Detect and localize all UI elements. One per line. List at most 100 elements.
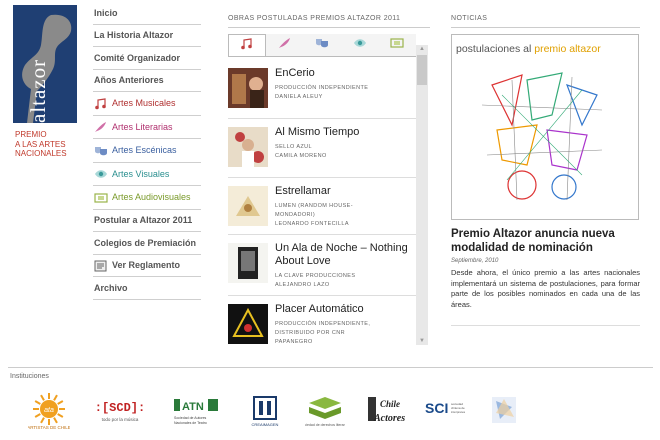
work-list-item[interactable]: Estrellamar LUMEN (RANDOM HOUSE- MONDADORI… — [228, 178, 416, 235]
nav-item-archivo[interactable]: Archivo — [93, 277, 201, 300]
work-credit: DANIELA ALEUY — [275, 94, 323, 100]
nav-item-comité-organizador[interactable]: Comité Organizador — [93, 47, 201, 70]
work-list-item[interactable]: Placer Automático PRODUCCIÓN INDEPENDIENT… — [228, 296, 416, 345]
svg-text:intérpretes: intérpretes — [451, 410, 465, 414]
news-date: Septiembre, 2010 — [451, 258, 499, 264]
nav-item-label: Artes Escénicas — [112, 145, 177, 156]
nav-item-label: Postular a Altazor 2011 — [94, 215, 193, 226]
nav-item-label: Artes Musicales — [112, 98, 176, 109]
nav-item-artes-musicales[interactable]: Artes Musicales — [93, 92, 201, 116]
work-cover-image[interactable] — [228, 186, 268, 226]
work-title[interactable]: Un Ala de Noche – Nothing About Love — [275, 242, 415, 268]
nav-item-años-anteriores[interactable]: Años Anteriores — [93, 70, 201, 92]
sponsor-logo[interactable]: SCI sociedad chilena de intérpretes — [425, 393, 466, 431]
divider — [451, 27, 640, 28]
work-credit: DISTRIBUIDO POR CNR — [275, 330, 345, 336]
nav-item-postular-a-altazor-2011[interactable]: Postular a Altazor 2011 — [93, 210, 201, 232]
work-credit: LEONARDO FONTECILLA — [275, 221, 349, 227]
work-cover-image[interactable] — [228, 68, 268, 108]
quill-icon — [278, 36, 291, 54]
news-headline[interactable]: Premio Altazor anuncia nueva modalidad d… — [451, 227, 640, 255]
nav-item-ver-reglamento[interactable]: Ver Reglamento — [93, 255, 201, 277]
nav-item-colegios-de-premiación[interactable]: Colegios de Premiación — [93, 232, 201, 255]
nav-item-label: Comité Organizador — [94, 52, 181, 63]
work-list-item[interactable]: Al Mismo Tiempo SELLO AZUL CAMILA MORENO — [228, 119, 416, 178]
svg-text:Nacionales de Teatro: Nacionales de Teatro — [174, 421, 207, 425]
works-section-title: OBRAS POSTULADAS PREMIOS ALTAZOR 2011 — [228, 15, 401, 22]
sponsor-logo[interactable]: sociedad de derechos literarios — [301, 393, 349, 431]
work-credit: PAPANEGRO — [275, 339, 313, 345]
nav-item-label: Años Anteriores — [94, 75, 164, 86]
eye-icon — [94, 168, 107, 179]
scroll-up-arrow-icon[interactable]: ▲ — [416, 45, 428, 53]
sponsor-logo[interactable]: :[SCD]: todo por la música — [90, 393, 150, 431]
svg-text:Sociedad de Autores: Sociedad de Autores — [174, 416, 207, 420]
tab-music-note[interactable] — [228, 34, 266, 56]
nav-item-label: Archivo — [94, 282, 128, 293]
eye-icon — [353, 36, 367, 54]
nav-item-artes-literarias[interactable]: Artes Literarias — [93, 116, 201, 139]
theater-masks-icon — [315, 36, 329, 54]
footer-divider — [8, 367, 653, 368]
work-credit: LA CLAVE PRODUCCIONES — [275, 273, 356, 279]
works-scrollbar[interactable]: ▲ ▼ — [416, 45, 428, 345]
news-image-caption-text: postulaciones al — [456, 43, 532, 55]
svg-text:ATN: ATN — [182, 401, 204, 413]
work-title[interactable]: Estrellamar — [275, 185, 415, 198]
tab-theater-masks[interactable] — [303, 34, 341, 56]
sponsor-logo[interactable]: ATN Sociedad de Autores Nacionales de Teat… — [172, 393, 222, 431]
svg-text:ata: ata — [44, 407, 54, 414]
altazor-sketch-illustration — [481, 72, 603, 201]
work-title[interactable]: EnCerio — [275, 67, 415, 80]
tab-film[interactable] — [378, 34, 416, 56]
work-cover-image[interactable] — [228, 127, 268, 167]
document-icon — [94, 260, 107, 272]
scroll-down-arrow-icon[interactable]: ▼ — [416, 337, 428, 345]
work-cover-image[interactable] — [228, 243, 268, 283]
footer-label: Instituciones — [10, 373, 49, 380]
works-list: EnCerio PRODUCCIÓN INDEPENDIENTE DANIELA A… — [228, 60, 416, 345]
svg-text:CREAIMAGEN: CREAIMAGEN — [252, 422, 279, 427]
work-title[interactable]: Al Mismo Tiempo — [275, 126, 415, 139]
work-credit: SELLO AZUL — [275, 144, 313, 150]
work-list-item[interactable]: Un Ala de Noche – Nothing About Love LA C… — [228, 235, 416, 296]
nav-item-artes-visuales[interactable]: Artes Visuales — [93, 163, 201, 186]
nav-item-label: Inicio — [94, 7, 118, 18]
divider — [451, 325, 640, 326]
svg-text:sociedad de derechos literario: sociedad de derechos literarios — [305, 423, 345, 427]
nav-item-artes-audiovisuales[interactable]: Artes Audiovisuales — [93, 186, 201, 210]
sponsor-logo[interactable]: CREAIMAGEN — [250, 393, 280, 431]
quill-icon — [94, 121, 107, 133]
music-note-icon — [94, 98, 107, 110]
nav-item-label: Artes Visuales — [112, 168, 170, 179]
svg-text:todo por la música: todo por la música — [102, 417, 139, 422]
theater-masks-icon — [94, 145, 107, 156]
work-cover-image[interactable] — [228, 304, 268, 344]
work-credit: MONDADORI) — [275, 212, 316, 218]
altazor-logo[interactable]: altazor — [13, 5, 77, 123]
nav-item-label: Artes Audiovisuales — [112, 192, 191, 203]
main-nav: Inicio La Historia Altazor Comité Organiza… — [93, 2, 201, 300]
work-title[interactable]: Placer Automático — [275, 303, 415, 316]
work-credit: LUMEN (RANDOM HOUSE- — [275, 203, 353, 209]
svg-text:Chile: Chile — [380, 399, 400, 409]
news-image[interactable]: postulaciones al premio altazor — [451, 34, 639, 220]
work-credit: PRODUCCIÓN INDEPENDIENTE, — [275, 321, 371, 327]
tab-quill[interactable] — [265, 34, 304, 56]
film-icon — [94, 192, 108, 203]
sponsor-logo[interactable]: ata ARTISTAS DE CHILE — [27, 393, 71, 431]
nav-item-la-historia-altazor[interactable]: La Historia Altazor — [93, 25, 201, 47]
svg-text:SCI: SCI — [425, 400, 448, 416]
work-credit: ALEJANDRO LAZO — [275, 282, 330, 288]
svg-text:ARTISTAS DE CHILE: ARTISTAS DE CHILE — [28, 425, 70, 430]
work-list-item[interactable]: EnCerio PRODUCCIÓN INDEPENDIENTE DANIELA A… — [228, 60, 416, 119]
tab-eye[interactable] — [340, 34, 379, 56]
sponsor-logo[interactable]: Chile Actores — [362, 393, 417, 431]
scrollbar-thumb[interactable] — [417, 55, 427, 85]
nav-item-label: La Historia Altazor — [94, 30, 174, 41]
work-credit: CAMILA MORENO — [275, 153, 327, 159]
logo-wordmark: altazor — [26, 58, 50, 123]
sponsor-logo[interactable] — [490, 393, 520, 431]
nav-item-inicio[interactable]: Inicio — [93, 2, 201, 25]
nav-item-artes-escénicas[interactable]: Artes Escénicas — [93, 139, 201, 163]
